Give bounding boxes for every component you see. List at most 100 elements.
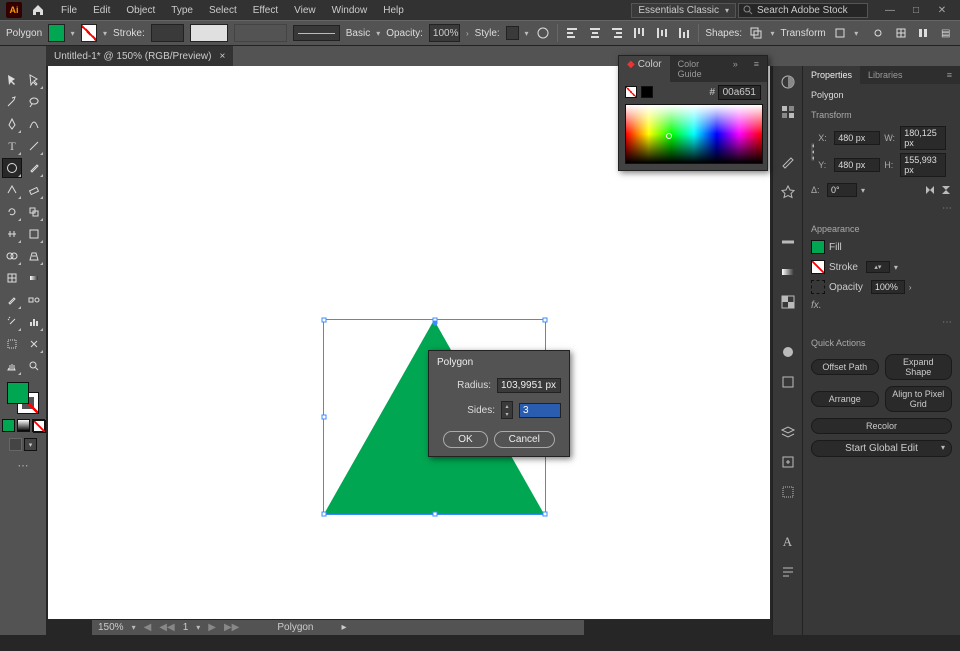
stroke-swatch[interactable] (811, 260, 825, 274)
slice-tool[interactable] (24, 334, 44, 354)
dock-appearance-icon[interactable] (778, 342, 798, 362)
angle-input[interactable]: 0° (827, 183, 857, 197)
close-icon[interactable]: × (219, 51, 225, 62)
start-global-edit-button[interactable]: Start Global Edit▾ (811, 440, 952, 457)
cancel-button[interactable]: Cancel (494, 431, 555, 448)
y-input[interactable]: 480 px (834, 158, 880, 172)
width-tool[interactable] (2, 224, 22, 244)
x-input[interactable]: 480 px (834, 131, 880, 145)
menu-select[interactable]: Select (202, 3, 244, 18)
stroke-swatch[interactable] (81, 24, 97, 42)
chevron-down-icon[interactable]: ▾ (894, 263, 898, 272)
opacity-input[interactable]: 100% (871, 280, 905, 294)
gradient-tool[interactable] (24, 268, 44, 288)
fill-swatch[interactable] (811, 240, 825, 254)
menu-edit[interactable]: Edit (86, 3, 117, 18)
perspective-tool[interactable] (24, 246, 44, 266)
chevron-down-icon[interactable]: ▾ (771, 29, 775, 38)
panel-close-icon[interactable]: » (725, 56, 746, 82)
chevron-right-icon[interactable]: › (466, 29, 469, 38)
rotate-tool[interactable] (2, 202, 22, 222)
menu-file[interactable]: File (54, 3, 84, 18)
ok-button[interactable]: OK (443, 431, 487, 448)
h-input[interactable]: 155,993 px (900, 153, 946, 177)
offset-path-button[interactable]: Offset Path (811, 359, 879, 375)
expand-shape-button[interactable]: Expand Shape (885, 354, 953, 380)
line-tool[interactable] (24, 136, 44, 156)
w-input[interactable]: 180,125 px (900, 126, 946, 150)
fill-indicator[interactable] (7, 382, 29, 404)
fill-swatch[interactable] (48, 24, 64, 42)
dock-brushes-icon[interactable] (778, 152, 798, 172)
paintbrush-tool[interactable] (24, 158, 44, 178)
dock-transparency-icon[interactable] (778, 292, 798, 312)
dock-graphic-styles-icon[interactable] (778, 372, 798, 392)
column-graph-tool[interactable] (24, 312, 44, 332)
dock-type-icon[interactable]: A (778, 532, 798, 552)
stroke-weight-input[interactable] (151, 24, 184, 42)
pen-tool[interactable] (2, 114, 22, 134)
menu-view[interactable]: View (287, 3, 323, 18)
chevron-down-icon[interactable]: ▾ (376, 29, 380, 38)
dock-swatches-icon[interactable] (778, 102, 798, 122)
dock-color-icon[interactable] (778, 72, 798, 92)
eraser-tool[interactable] (24, 180, 44, 200)
stroke-weight-input[interactable]: ▴▾ (866, 261, 890, 273)
transform-icon[interactable] (832, 24, 848, 42)
sides-stepper[interactable]: ▴▾ (501, 401, 513, 419)
align-bottom-icon[interactable] (676, 24, 692, 42)
dock-layers-icon[interactable] (778, 422, 798, 442)
menu-window[interactable]: Window (325, 3, 375, 18)
fill-swatch-mini[interactable] (641, 86, 653, 98)
shape-builder-tool[interactable] (2, 246, 22, 266)
curvature-tool[interactable] (24, 114, 44, 134)
window-maximize[interactable]: □ (904, 2, 928, 18)
menu-effect[interactable]: Effect (246, 3, 285, 18)
menu-help[interactable]: Help (376, 3, 411, 18)
blend-tool[interactable] (24, 290, 44, 310)
menu-type[interactable]: Type (164, 3, 200, 18)
workspace-switcher[interactable]: Essentials Classic▾ (631, 3, 736, 18)
tab-color-guide[interactable]: Color Guide (670, 56, 725, 82)
dock-stroke-icon[interactable] (778, 232, 798, 252)
free-transform-tool[interactable] (24, 224, 44, 244)
tab-color[interactable]: ◆Color (619, 56, 670, 82)
dock-gradient-icon[interactable] (778, 262, 798, 282)
color-spectrum[interactable] (625, 104, 763, 164)
flip-h-icon[interactable] (924, 184, 936, 196)
tab-properties[interactable]: Properties (803, 66, 860, 84)
artboard-tool[interactable] (2, 334, 22, 354)
dock-artboards-icon[interactable] (778, 482, 798, 502)
sides-input[interactable]: 3 (519, 403, 561, 418)
align-pixel-grid-button[interactable]: Align to Pixel Grid (885, 386, 953, 412)
hex-input[interactable]: 00a651 (718, 85, 761, 100)
align-middle-icon[interactable] (654, 24, 670, 42)
shape-mode-icon[interactable] (748, 24, 764, 42)
direct-selection-tool[interactable] (24, 70, 44, 90)
fx-label[interactable]: fx. (811, 300, 822, 311)
dock-symbols-icon[interactable] (778, 182, 798, 202)
chevron-down-icon[interactable]: ▾ (103, 29, 107, 38)
color-mode-none[interactable] (32, 419, 45, 432)
lasso-tool[interactable] (24, 92, 44, 112)
dock-asset-export-icon[interactable] (778, 452, 798, 472)
panel-menu-icon[interactable]: ≡ (939, 66, 960, 84)
scale-tool[interactable] (24, 202, 44, 222)
recolor-button[interactable]: Recolor (811, 418, 952, 434)
graphic-style-swatch[interactable] (506, 26, 519, 40)
align-right-icon[interactable] (609, 24, 625, 42)
fill-stroke-indicator[interactable] (7, 382, 39, 414)
color-mode-gradient[interactable] (17, 419, 30, 432)
align-left-icon[interactable] (564, 24, 580, 42)
chevron-down-icon[interactable]: ▾ (854, 29, 858, 38)
selection-tool[interactable] (2, 70, 22, 90)
screen-mode-menu[interactable]: ▾ (24, 438, 37, 451)
pixel-grid-icon[interactable] (893, 24, 909, 42)
type-tool[interactable]: T (2, 136, 22, 156)
chevron-down-icon[interactable]: ▾ (525, 29, 529, 38)
link-wh-icon[interactable] (950, 138, 952, 166)
hand-tool[interactable] (2, 356, 22, 376)
radius-input[interactable]: 103,9951 px (497, 378, 561, 393)
vp-select[interactable] (234, 24, 287, 42)
shape-tool[interactable] (2, 158, 22, 178)
